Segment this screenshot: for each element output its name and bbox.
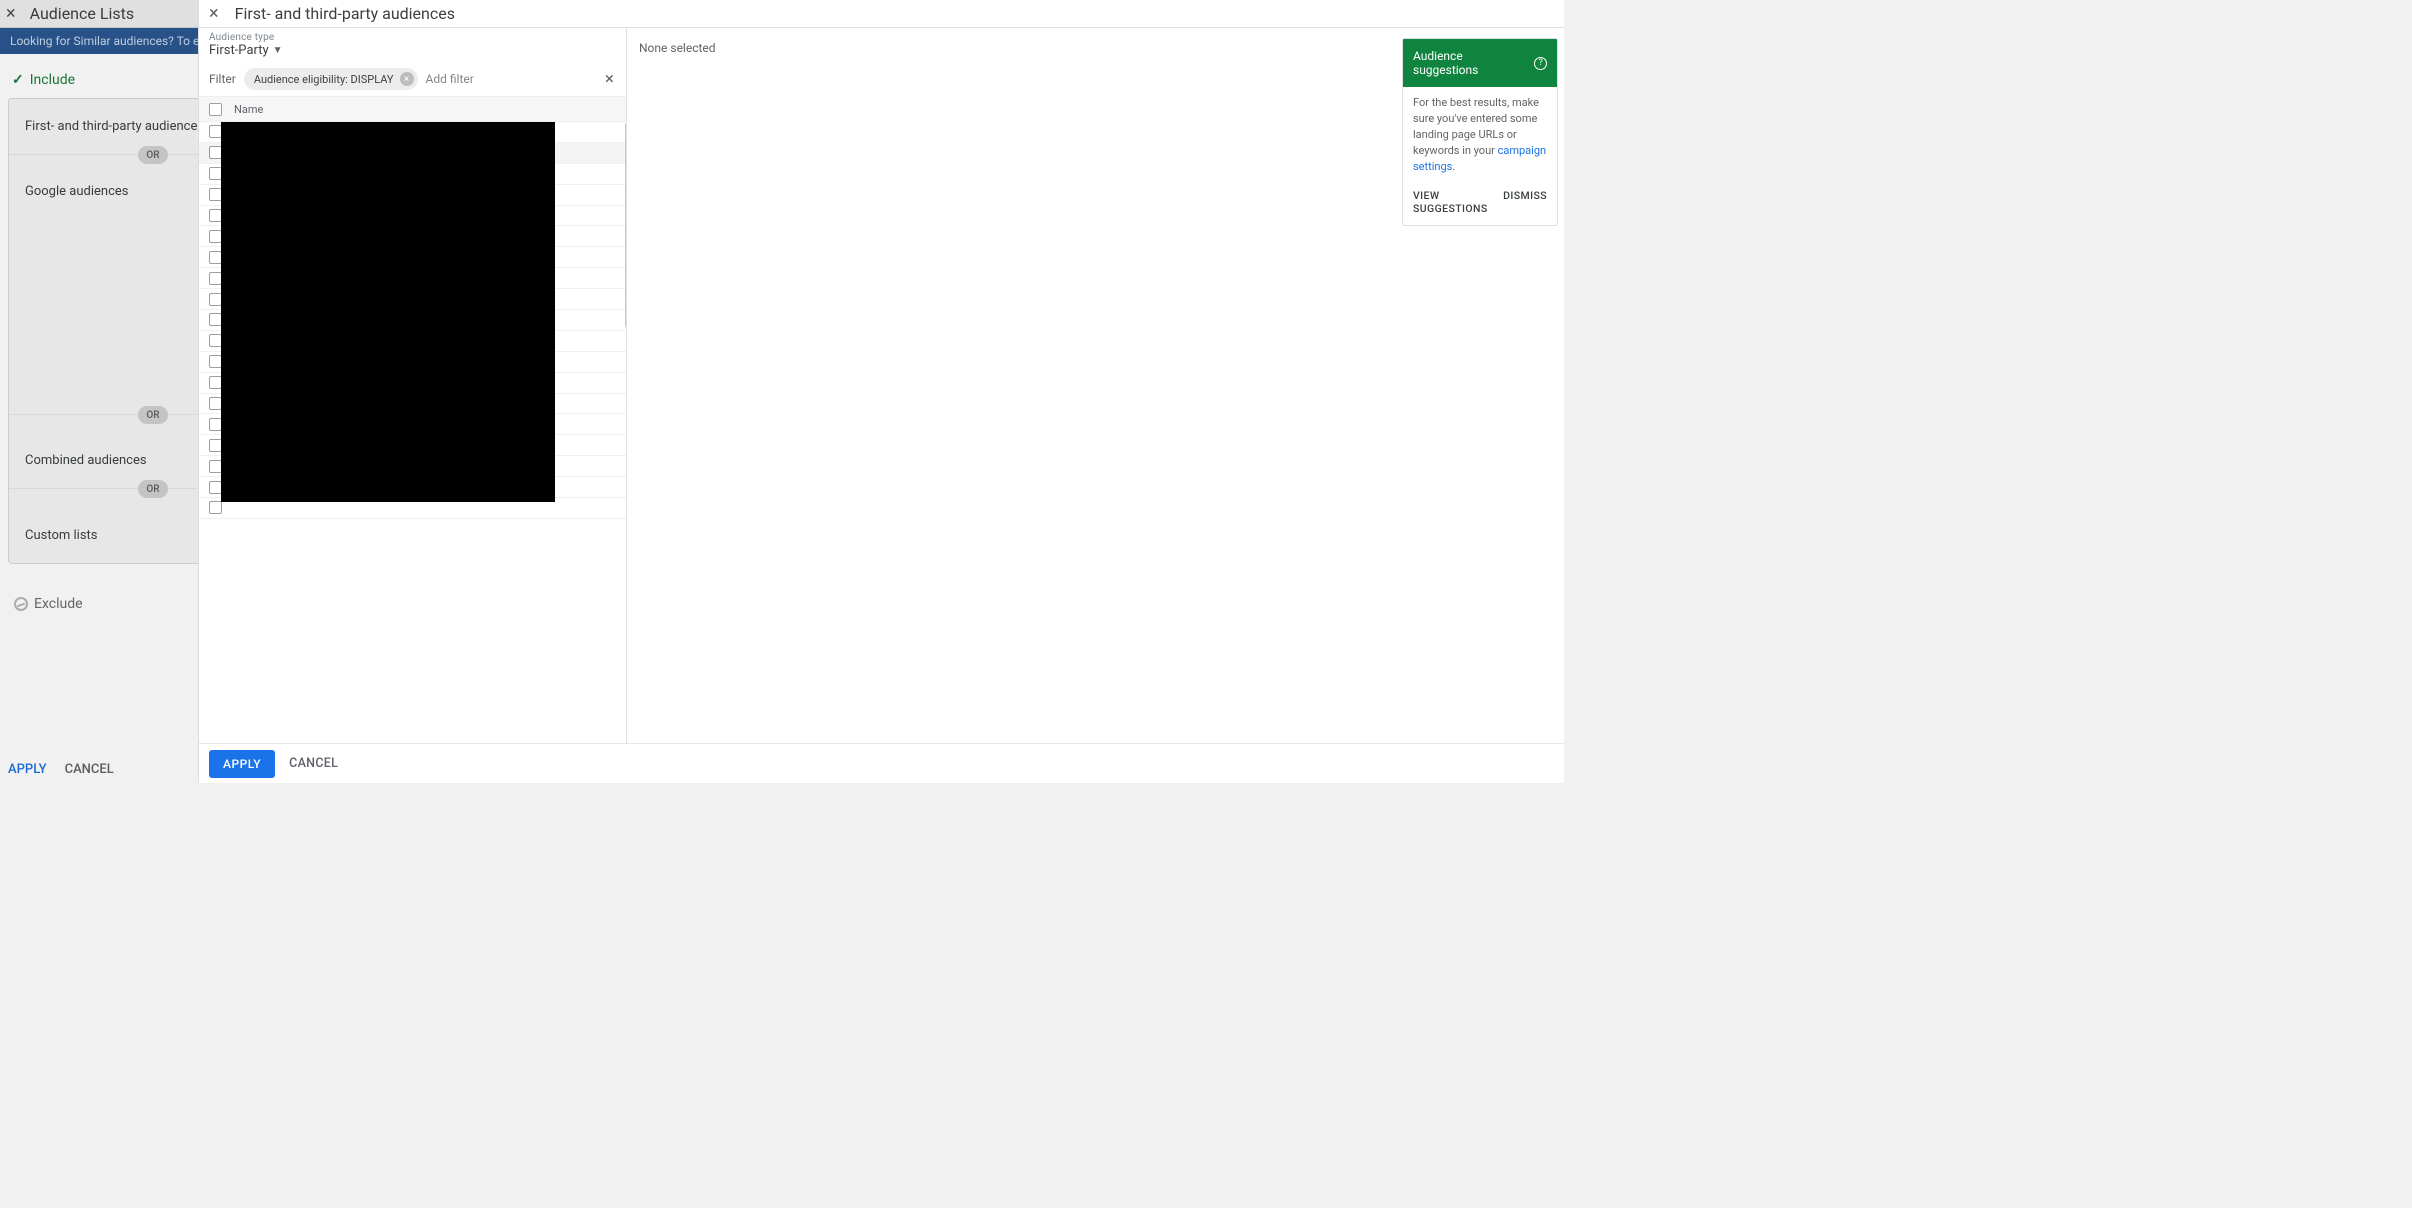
audience-suggestions-card: Audience suggestions ? For the best resu… bbox=[1402, 38, 1558, 226]
suggestions-title: Audience suggestions bbox=[1413, 49, 1528, 77]
modal-title: First- and third-party audiences bbox=[235, 4, 455, 23]
remove-chip-icon[interactable]: × bbox=[400, 72, 414, 86]
exclude-label: Exclude bbox=[34, 596, 83, 612]
filter-chip-eligibility[interactable]: Audience eligibility: DISPLAY × bbox=[244, 68, 418, 90]
background-cancel: CANCEL bbox=[65, 762, 114, 777]
filter-row: Filter Audience eligibility: DISPLAY × A… bbox=[199, 64, 626, 96]
or-chip: OR bbox=[138, 480, 168, 498]
audience-type-value: First-Party bbox=[209, 43, 269, 58]
column-header-name: Name bbox=[234, 103, 263, 116]
or-chip: OR bbox=[138, 146, 168, 164]
audience-picker-modal: × First- and third-party audiences Audie… bbox=[198, 0, 1564, 783]
suggestions-header: Audience suggestions ? bbox=[1403, 39, 1557, 87]
row-label: Google audiences bbox=[25, 184, 128, 199]
or-chip: OR bbox=[138, 406, 168, 424]
list-column-header: Name bbox=[199, 96, 626, 122]
audience-rows[interactable] bbox=[199, 122, 626, 743]
row-checkbox[interactable] bbox=[209, 501, 222, 514]
selected-none-label: None selected bbox=[639, 41, 716, 55]
audience-type-label: Audience type bbox=[199, 32, 626, 43]
background-page-title: Audience Lists bbox=[30, 4, 135, 23]
redacted-overlay bbox=[221, 122, 555, 502]
modal-header: × First- and third-party audiences bbox=[199, 0, 1564, 28]
audience-list-column: Audience type First-Party ▼ Filter Audie… bbox=[199, 28, 627, 743]
row-label: Combined audiences bbox=[25, 453, 147, 468]
background-footer-actions: APPLY CANCEL bbox=[8, 762, 114, 777]
audience-type-dropdown[interactable]: First-Party ▼ bbox=[199, 43, 626, 64]
exclude-icon bbox=[14, 597, 28, 611]
help-icon[interactable]: ? bbox=[1534, 57, 1547, 70]
view-suggestions-button[interactable]: VIEW SUGGESTIONS bbox=[1413, 189, 1489, 215]
dismiss-button[interactable]: DISMISS bbox=[1503, 189, 1547, 215]
selected-column: None selected CLEAR ALL Audience suggest… bbox=[627, 28, 1564, 743]
close-icon: × bbox=[6, 3, 16, 24]
row-label: First- and third-party audiences bbox=[25, 119, 204, 134]
cancel-button[interactable]: CANCEL bbox=[289, 756, 338, 771]
row-label: Custom lists bbox=[25, 528, 98, 543]
suggestions-body: For the best results, make sure you've e… bbox=[1403, 87, 1557, 183]
chevron-down-icon: ▼ bbox=[273, 45, 283, 56]
select-all-checkbox[interactable] bbox=[209, 103, 222, 116]
include-label: Include bbox=[30, 72, 75, 88]
clear-filter-icon[interactable]: × bbox=[605, 69, 616, 89]
add-filter-button[interactable]: Add filter bbox=[426, 72, 474, 86]
suggestions-body-suffix: . bbox=[1452, 160, 1455, 173]
check-icon: ✓ bbox=[12, 72, 24, 88]
close-icon[interactable]: × bbox=[209, 3, 219, 24]
apply-button[interactable]: APPLY bbox=[209, 750, 275, 778]
scrollbar[interactable] bbox=[625, 122, 626, 328]
background-apply: APPLY bbox=[8, 762, 47, 777]
modal-footer: APPLY CANCEL bbox=[199, 743, 1564, 783]
filter-chip-text: Audience eligibility: DISPLAY bbox=[254, 73, 394, 86]
filter-label: Filter bbox=[209, 72, 236, 86]
